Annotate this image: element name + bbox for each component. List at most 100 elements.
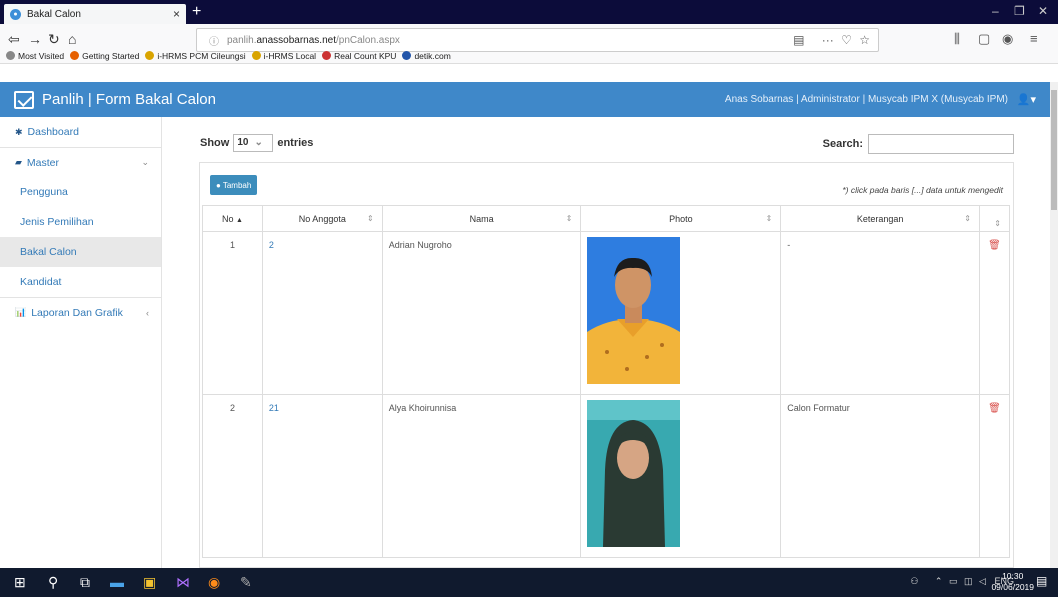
search-input[interactable] [868, 134, 1014, 154]
menu-icon[interactable]: ≡ [1030, 31, 1038, 46]
search-label: Search: [822, 138, 863, 150]
back-icon[interactable]: ⇦ [8, 31, 20, 48]
sort-icon: ⇕ [765, 213, 773, 223]
anggota-link[interactable]: 21 [269, 403, 279, 413]
tool-icon[interactable]: ✎ [240, 574, 252, 591]
col-no[interactable]: No ▲ [202, 205, 263, 232]
sidebar-icon[interactable]: ▢ [978, 31, 990, 47]
cell-no-anggota[interactable]: 2 [261, 231, 383, 395]
app-icon[interactable]: ▣ [143, 574, 156, 591]
firefox-icon[interactable]: ◉ [208, 574, 220, 591]
sidebar-item-master[interactable]: ▰ Master ⌄ [0, 147, 161, 177]
sidebar-item-kandidat[interactable]: Kandidat [0, 267, 161, 297]
sidebar-item-label: Kandidat [20, 276, 62, 288]
table-row[interactable]: 1 2 Adrian Nugroho - 🗑 [202, 231, 1011, 395]
reader-icon[interactable]: ▤ [793, 33, 804, 47]
pocket-icon[interactable]: ♡ [841, 33, 852, 47]
user-menu-icon[interactable]: 👤▾ [1017, 93, 1036, 106]
library-icon[interactable]: ⫼ [954, 31, 960, 47]
candidate-photo-2 [587, 400, 681, 547]
info-icon[interactable]: ⓘ [209, 33, 219, 48]
trash-icon[interactable]: 🗑 [988, 403, 1001, 414]
chevron-down-icon: ⌄ [141, 157, 149, 167]
bookmark-real-count[interactable]: Real Count KPU [322, 51, 396, 61]
col-keterangan[interactable]: Keterangan ⇕ [780, 205, 980, 232]
sidebar-item-label: Bakal Calon [20, 246, 77, 258]
file-explorer-icon[interactable]: ▬ [110, 574, 124, 590]
people-icon[interactable]: ⚇ [910, 576, 918, 586]
sidebar-item-bakal-calon[interactable]: Bakal Calon [0, 237, 161, 267]
clock-date: 09/06/2019 [991, 582, 1034, 592]
bookmark-ihrms-pcm[interactable]: i-HRMS PCM Cileungsi [145, 51, 246, 61]
col-nama[interactable]: Nama ⇕ [381, 205, 582, 232]
visual-studio-icon[interactable]: ⋈ [176, 574, 190, 591]
tray-chevron-icon[interactable]: ⌃ [935, 576, 943, 586]
forward-icon[interactable]: → [28, 31, 42, 47]
sidebar-item-label: Master [26, 156, 60, 169]
account-icon[interactable]: ◉ [1002, 31, 1013, 47]
kpu-icon [322, 51, 332, 60]
maximize-icon[interactable]: ❐ [1014, 4, 1025, 18]
candidate-photo-1 [587, 237, 681, 384]
entries-label: entries [277, 137, 314, 149]
sidebar-item-jenis-pemilihan[interactable]: Jenis Pemilihan [0, 207, 161, 237]
app-header: Panlih | Form Bakal Calon Anas Sobarnas … [0, 82, 1050, 117]
cell-keterangan: - [780, 231, 980, 395]
notification-icon[interactable]: ▤ [1036, 574, 1047, 588]
home-icon[interactable]: ⌂ [68, 31, 76, 47]
sidebar-item-label: Laporan Dan Grafik [31, 306, 123, 319]
sidebar: ✱ Dashboard ▰ Master ⌄ Pengguna Jenis Pe… [0, 117, 162, 568]
browser-tab[interactable]: ● Bakal Calon × [4, 4, 186, 24]
scrollbar-thumb[interactable] [1051, 90, 1057, 210]
windows-start-icon[interactable]: ⊞ [14, 574, 26, 591]
tab-close-icon[interactable]: × [173, 7, 180, 21]
tambah-button[interactable]: ● Tambah [210, 175, 258, 195]
clock[interactable]: 10:30 09/06/2019 [991, 571, 1034, 593]
col-photo[interactable]: Photo ⇕ [580, 205, 782, 232]
book-icon: ▰ [15, 157, 22, 167]
sidebar-item-laporan[interactable]: 📊 Laporan Dan Grafik ‹ [0, 297, 161, 327]
cell-no-anggota[interactable]: 21 [261, 394, 383, 558]
url-path: /pnCalon.aspx [335, 34, 400, 46]
more-icon[interactable]: ··· [822, 33, 834, 47]
bookmark-ihrms-local[interactable]: i-HRMS Local [251, 51, 316, 61]
trash-icon[interactable]: 🗑 [988, 240, 1001, 251]
new-tab-button[interactable]: + [192, 3, 201, 21]
browser-tab-bar: ● Bakal Calon × + – ❐ ✕ [0, 0, 1058, 24]
task-view-icon[interactable]: ⧉ [80, 574, 90, 591]
page-scrollbar[interactable] [1050, 82, 1058, 568]
sort-icon: ⇕ [367, 213, 374, 223]
table-row[interactable]: 2 21 Alya Khoirunnisa Calon Formatur 🗑 [202, 394, 1011, 558]
show-label: Show [200, 137, 230, 149]
bookmark-getting-started[interactable]: Getting Started [70, 51, 139, 61]
tab-favicon-icon: ● [10, 8, 21, 20]
volume-icon[interactable]: ◁ [979, 576, 986, 586]
cell-action: 🗑 [978, 231, 1011, 395]
bookmarks-toolbar: Most Visited Getting Started i-HRMS PCM … [0, 47, 451, 64]
cell-photo [580, 394, 782, 558]
col-action[interactable]: ⇕ [978, 205, 1011, 232]
bookmark-detik[interactable]: detik.com [402, 51, 451, 61]
candidates-table: No ▲ No Anggota ⇕ Nama ⇕ Photo ⇕ Keterangan… [202, 205, 1011, 558]
sidebar-item-pengguna[interactable]: Pengguna [0, 177, 161, 207]
bookmark-most-visited[interactable]: Most Visited [6, 51, 64, 61]
network-icon[interactable]: ◫ [964, 576, 973, 586]
search-area: Search: [823, 134, 1014, 154]
entries-select[interactable]: 10 ⌄ [233, 134, 274, 152]
anggota-link[interactable]: 2 [269, 240, 274, 250]
search-icon[interactable]: ⚲ [48, 574, 58, 591]
url-actions: ▤ ··· ♡ ☆ [793, 33, 870, 47]
bookmark-star-icon[interactable]: ☆ [859, 33, 870, 47]
main-content: Show 10 ⌄ entries Search: ● Tambah *) cli… [162, 117, 1050, 568]
col-no-anggota[interactable]: No Anggota ⇕ [261, 205, 383, 232]
brand[interactable]: Panlih | Form Bakal Calon [14, 90, 216, 109]
sidebar-item-label: Dashboard [27, 126, 79, 138]
reload-icon[interactable]: ↻ [48, 31, 60, 48]
gear-icon [6, 51, 15, 60]
close-window-icon[interactable]: ✕ [1038, 4, 1048, 18]
url-domain: anassobarnas.net [256, 34, 336, 46]
minimize-icon[interactable]: – [992, 4, 999, 18]
cell-photo [580, 231, 782, 395]
battery-icon[interactable]: ▭ [949, 576, 958, 586]
sidebar-item-dashboard[interactable]: ✱ Dashboard [0, 117, 161, 147]
